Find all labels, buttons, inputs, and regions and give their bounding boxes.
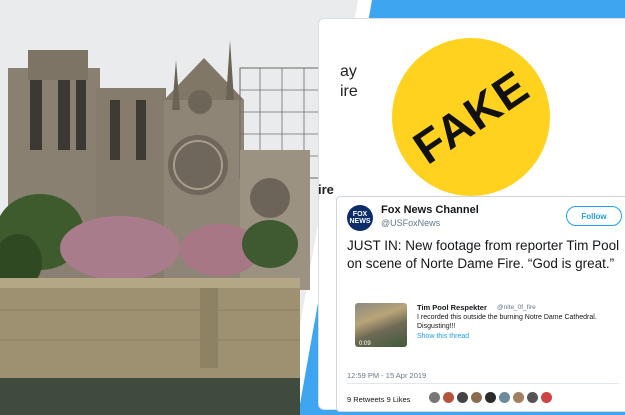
river bbox=[0, 378, 300, 415]
quote-text: I recorded this outside the burning Notr… bbox=[417, 314, 597, 330]
background-fire-word: ire bbox=[318, 182, 334, 197]
liker-avatar[interactable] bbox=[443, 392, 454, 403]
liker-avatar[interactable] bbox=[457, 392, 468, 403]
stone-wall bbox=[0, 278, 300, 378]
follow-button[interactable]: Follow bbox=[566, 206, 622, 226]
account-handle[interactable]: @USFoxNews bbox=[381, 218, 440, 228]
fox-news-tweet: FOX NEWS Fox News Channel @USFoxNews Fol… bbox=[336, 196, 625, 412]
quote-author-handle[interactable]: @nite_0f_fire bbox=[497, 304, 536, 311]
background-tweet-text: ay ire bbox=[340, 62, 358, 102]
show-thread-link[interactable]: Show this thread bbox=[417, 333, 469, 340]
bg-line-2: ire bbox=[340, 83, 358, 100]
tweet-timestamp[interactable]: 12:59 PM - 15 Apr 2019 bbox=[347, 371, 426, 380]
liker-avatar[interactable] bbox=[429, 392, 440, 403]
divider bbox=[347, 383, 619, 384]
liker-avatar[interactable] bbox=[471, 392, 482, 403]
liker-avatar[interactable] bbox=[485, 392, 496, 403]
liker-avatar[interactable] bbox=[499, 392, 510, 403]
liker-avatar[interactable] bbox=[527, 392, 538, 403]
bg-line-1: ay bbox=[340, 63, 357, 80]
video-duration: 0:09 bbox=[359, 341, 371, 347]
tweet-text: JUST IN: New footage from reporter Tim P… bbox=[347, 238, 620, 271]
liker-avatar[interactable] bbox=[513, 392, 524, 403]
avatar[interactable]: FOX NEWS bbox=[347, 205, 373, 231]
account-name[interactable]: Fox News Channel bbox=[381, 204, 479, 216]
liker-avatar[interactable] bbox=[541, 392, 552, 403]
quote-author-name[interactable]: Tim Pool Respekter bbox=[417, 303, 487, 312]
quoted-tweet[interactable]: 0:09 Tim Pool Respekter @nite_0f_fire I … bbox=[347, 297, 619, 357]
engagement-stats[interactable]: 9 Retweets 9 Likes bbox=[347, 395, 410, 404]
